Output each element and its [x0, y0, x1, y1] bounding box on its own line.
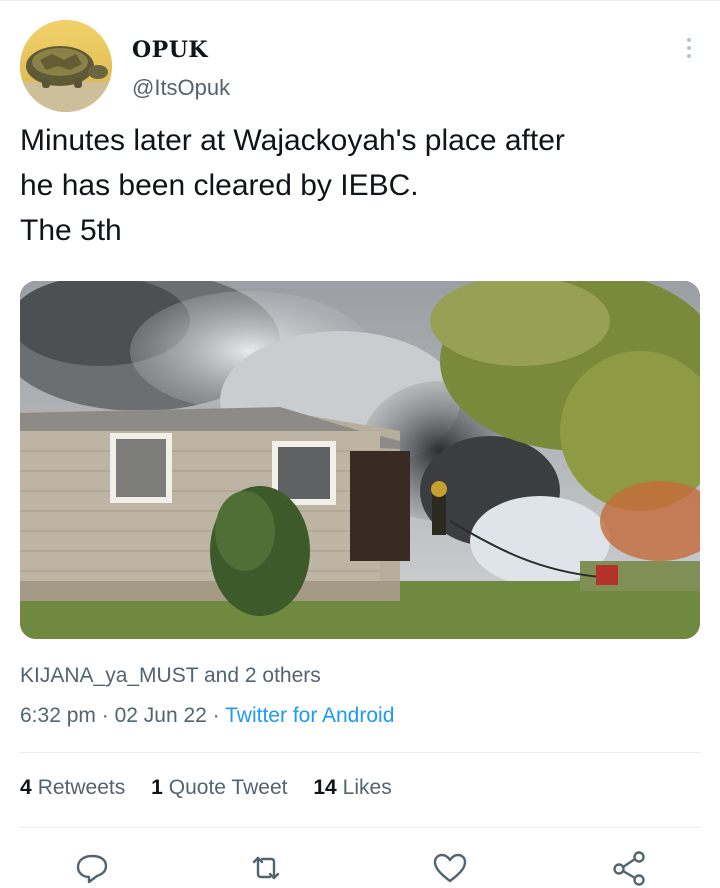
tweet-header: OPUK @ItsOpuk: [20, 20, 700, 115]
likes-label: Likes: [342, 776, 392, 799]
divider: [20, 752, 700, 753]
retweets-count: 4: [20, 776, 32, 799]
quote-tweets-stat[interactable]: 1 Quote Tweet: [151, 776, 287, 799]
tweet-meta: 6:32 pm · 02 Jun 22 · Twitter for Androi…: [20, 704, 394, 728]
more-vertical-icon[interactable]: [686, 38, 692, 62]
tweet-stats: 4 Retweets 1 Quote Tweet 14 Likes: [20, 776, 412, 800]
top-divider: [0, 0, 720, 1]
tweet-photo[interactable]: [20, 281, 700, 639]
tweet-time: 6:32 pm: [20, 704, 96, 727]
retweets-label: Retweets: [37, 776, 126, 799]
meta-separator: ·: [212, 704, 220, 727]
tweet-date: 02 Jun 22: [114, 704, 207, 727]
tweet-actions: [20, 848, 700, 888]
quotes-label: Quote Tweet: [168, 776, 288, 799]
likes-stat[interactable]: 14 Likes: [313, 776, 391, 799]
author-name[interactable]: OPUK: [132, 37, 208, 63]
retweet-icon[interactable]: [246, 848, 286, 888]
reply-icon[interactable]: [72, 848, 112, 888]
divider: [20, 827, 700, 828]
share-icon[interactable]: [610, 848, 650, 888]
liked-by-text[interactable]: KIJANA_ya_MUST and 2 others: [20, 664, 321, 688]
tweet-text: Minutes later at Wajackoyah's place afte…: [20, 124, 565, 247]
quotes-count: 1: [151, 776, 163, 799]
likes-count: 14: [313, 776, 337, 799]
tweet-source-link[interactable]: Twitter for Android: [225, 704, 394, 727]
avatar[interactable]: [20, 20, 112, 112]
retweets-stat[interactable]: 4 Retweets: [20, 776, 125, 799]
meta-separator: ·: [101, 704, 109, 727]
author-handle[interactable]: @ItsOpuk: [132, 75, 230, 101]
heart-icon[interactable]: [430, 848, 470, 888]
